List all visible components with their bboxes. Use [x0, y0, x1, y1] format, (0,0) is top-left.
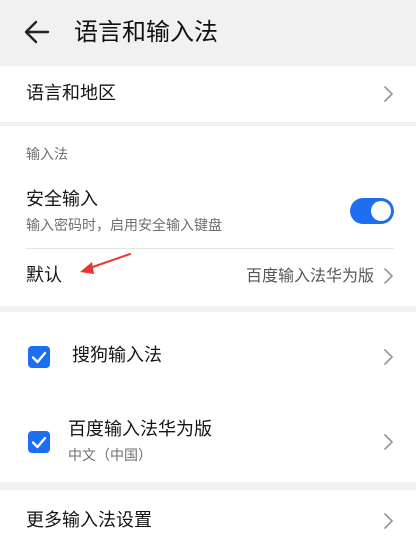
keyboard-item-sogou[interactable]: 搜狗输入法 [0, 330, 416, 384]
sogou-checkbox[interactable] [28, 346, 50, 368]
secure-input-toggle[interactable] [350, 198, 394, 224]
chevron-right-icon [382, 84, 394, 104]
more-settings-label: 更多输入法设置 [26, 510, 152, 531]
settings-screen: 语言和输入法 语言和地区 输入法 安全输入 输入密码时，启用安全输入键盘 默认 … [0, 0, 416, 560]
check-icon [31, 351, 47, 364]
chevron-right-icon [382, 347, 394, 367]
language-region-label: 语言和地区 [26, 83, 116, 104]
more-settings-row[interactable]: 更多输入法设置 [0, 490, 416, 552]
secure-input-description: 输入密码时，启用安全输入键盘 [26, 218, 222, 234]
arrow-left-icon [24, 20, 50, 44]
language-region-row[interactable]: 语言和地区 [0, 66, 416, 122]
toggle-knob [371, 201, 391, 221]
more-settings-card: 更多输入法设置 [0, 490, 416, 560]
secure-input-label: 安全输入 [26, 189, 98, 210]
default-value: 百度输入法华为版 [245, 266, 374, 285]
divider [26, 248, 394, 249]
header: 语言和输入法 [0, 0, 416, 66]
annotation-arrow-icon [80, 253, 131, 274]
default-input-method-row[interactable]: 默认 百度输入法华为版 [0, 250, 416, 302]
keyboard-item-baidu[interactable]: 百度输入法华为版 中文（中国） [0, 410, 416, 474]
default-label: 默认 [26, 265, 62, 286]
keyboard-sub-baidu: 中文（中国） [68, 448, 152, 464]
page-title: 语言和输入法 [74, 18, 218, 46]
section-title-input-method: 输入法 [26, 147, 68, 163]
keyboard-label-baidu: 百度输入法华为版 [68, 419, 212, 440]
chevron-right-icon [382, 432, 394, 452]
chevron-right-icon [382, 511, 394, 531]
chevron-right-icon [382, 266, 394, 286]
check-icon [31, 436, 47, 449]
language-region-card: 语言和地区 [0, 66, 416, 122]
keyboard-label-sogou: 搜狗输入法 [72, 345, 162, 366]
baidu-checkbox[interactable] [28, 431, 50, 453]
back-button[interactable] [20, 14, 56, 50]
